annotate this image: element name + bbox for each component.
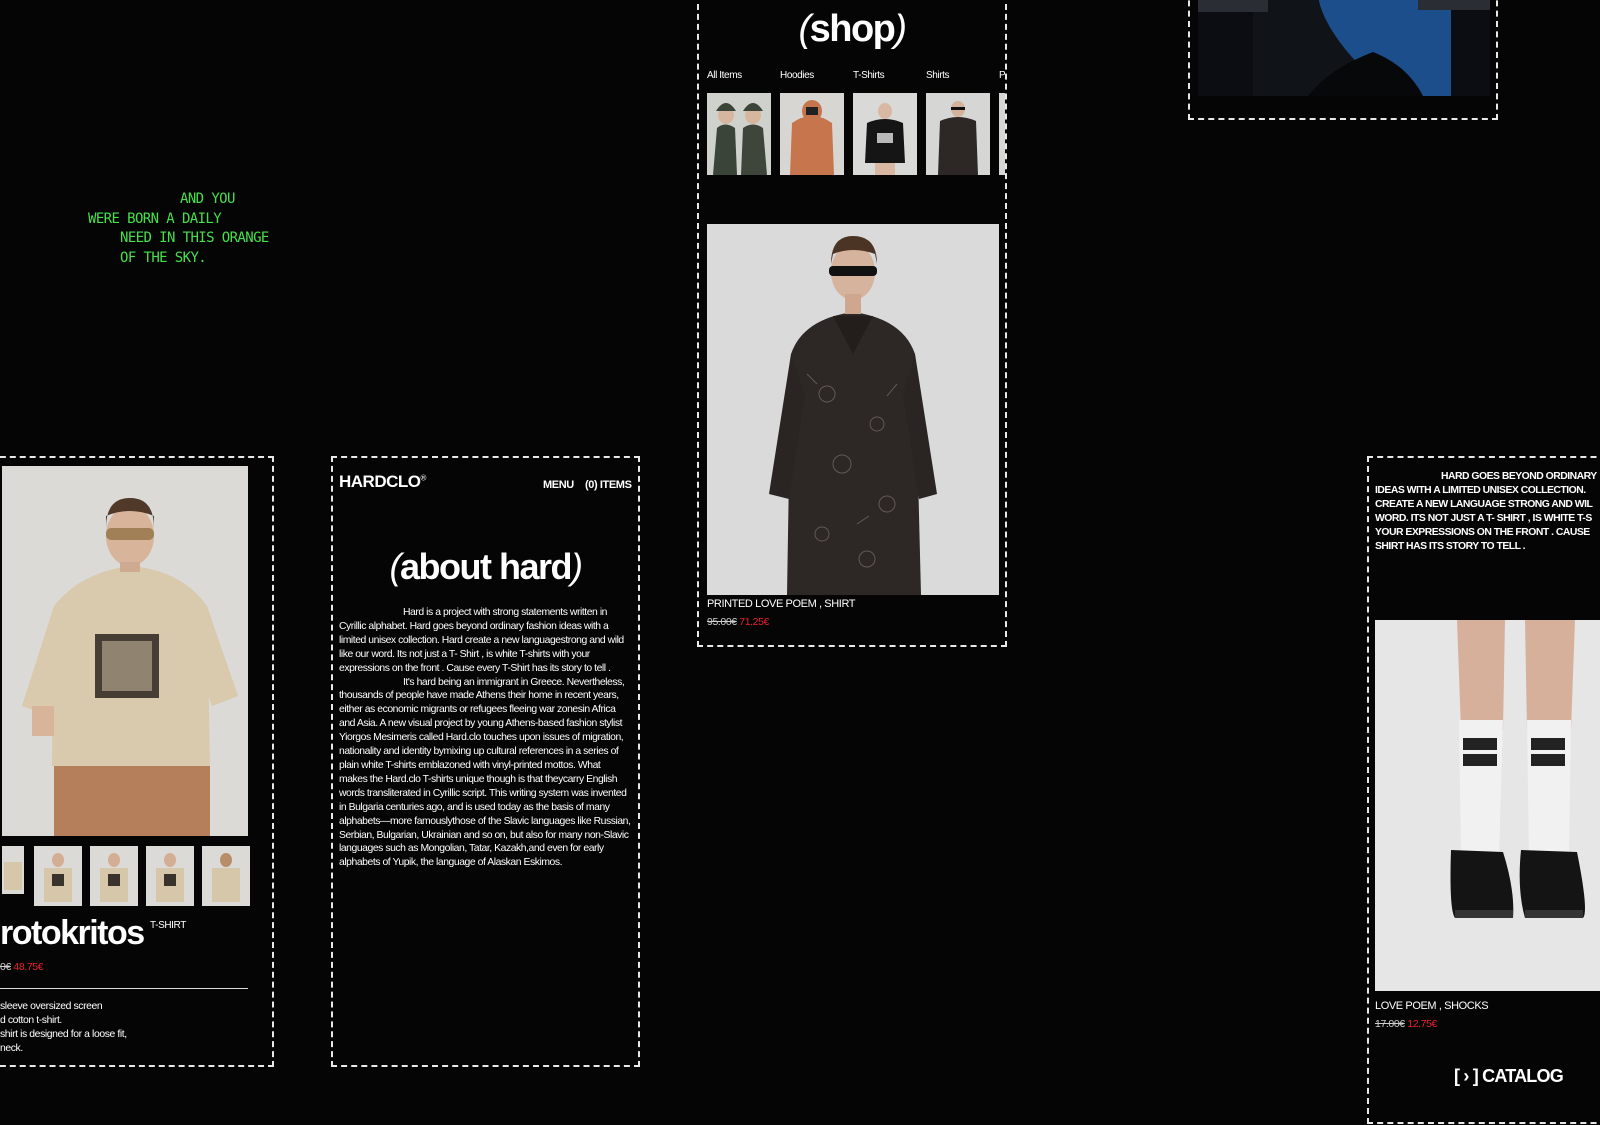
divider <box>0 988 248 989</box>
tab-t-shirts[interactable]: T-Shirts <box>853 70 885 81</box>
shop-card: (shop) All Items Hoodies T-Shirts Shirts… <box>697 0 1007 647</box>
product-name: rotokritos <box>0 914 145 952</box>
tab-all-items[interactable]: All Items <box>707 70 742 81</box>
old-price: 17.00€ <box>1375 1018 1405 1030</box>
socks-product-name[interactable]: LOVE POEM , SHOCKS <box>1375 1000 1489 1012</box>
top-product-card[interactable] <box>1188 0 1498 120</box>
statement-line: HARD GOES BEYOND ORDINARY <box>1441 471 1597 482</box>
product-thumb-4[interactable] <box>146 846 194 906</box>
category-thumb-more[interactable] <box>999 93 1005 175</box>
category-thumb-shirts[interactable] <box>926 93 990 175</box>
tab-more[interactable]: P <box>999 70 1005 81</box>
socks-product-price: 17.00€ 12.75€ <box>1375 1018 1437 1030</box>
product-description: sleeve oversized screen d cotton t-shirt… <box>0 1000 127 1056</box>
catalog-button[interactable]: [ › ] CATALOG <box>1454 1066 1564 1087</box>
description-line: sleeve oversized screen <box>0 1001 103 1012</box>
about-title-text: about hard <box>400 546 573 587</box>
about-paragraph: Hard is a project with strong statements… <box>339 607 624 674</box>
statement-line: CREATE A NEW LANGUAGE STRONG AND WIL <box>1375 499 1593 510</box>
tagline-line: WERE BORN A DAILY <box>88 210 222 227</box>
menu-button[interactable]: MENU <box>543 479 574 491</box>
statement-line: IDEAS WITH A LIMITED UNISEX COLLECTION. <box>1375 485 1586 496</box>
category-thumb-all-items[interactable] <box>707 93 771 175</box>
logo-text: HARDCLO <box>339 472 421 491</box>
product-main-image[interactable] <box>2 466 248 836</box>
category-thumb-hoodies[interactable] <box>780 93 844 175</box>
description-line: neck. <box>0 1043 23 1054</box>
featured-product-image[interactable] <box>707 224 999 595</box>
sale-price: 48.75€ <box>13 961 44 973</box>
description-line: shirt is designed for a loose fit, <box>0 1029 127 1040</box>
product-thumb-1[interactable] <box>2 846 24 894</box>
product-type: T-SHIRT <box>150 920 186 931</box>
right-product-card: HARD GOES BEYOND ORDINARY IDEAS WITH A L… <box>1367 456 1600 1124</box>
logo[interactable]: HARDCLO® <box>339 472 426 492</box>
about-paragraph: It's hard being an immigrant in Greece. … <box>339 676 631 869</box>
product-thumb-2[interactable] <box>34 846 82 906</box>
product-thumb-5[interactable] <box>202 846 250 906</box>
sale-price: 12.75€ <box>1407 1018 1437 1030</box>
cart-button[interactable]: (0) ITEMS <box>585 479 632 491</box>
about-title: (about hard) <box>389 546 583 587</box>
hoodie-photo[interactable] <box>1198 0 1490 96</box>
tagline-line: AND YOU <box>180 191 235 207</box>
about-body: Hard is a project with strong statements… <box>339 606 631 870</box>
socks-product-image[interactable] <box>1375 620 1600 991</box>
tab-shirts[interactable]: Shirts <box>926 70 950 81</box>
featured-product-price: 95.00€ 71.25€ <box>707 616 769 628</box>
category-thumb-t-shirts[interactable] <box>853 93 917 175</box>
statement-line: YOUR EXPRESSIONS ON THE FRONT . CAUSE <box>1375 527 1590 538</box>
featured-product-name[interactable]: PRINTED LOVE POEM , SHIRT <box>707 598 856 610</box>
statement-line: SHIRT HAS ITS STORY TO TELL . <box>1375 541 1526 552</box>
shop-title-text: shop <box>809 8 896 50</box>
product-price: 0€ 48.75€ <box>0 961 44 973</box>
tab-hoodies[interactable]: Hoodies <box>780 70 814 81</box>
old-price: 95.00€ <box>707 616 737 628</box>
about-card: HARDCLO® MENU (0) ITEMS (about hard) Har… <box>331 456 640 1067</box>
sale-price: 71.25€ <box>739 616 769 628</box>
tagline: AND YOU WERE BORN A DAILY NEED IN THIS O… <box>86 190 286 268</box>
tagline-line: NEED IN THIS ORANGE <box>120 230 269 246</box>
brand-statement: HARD GOES BEYOND ORDINARY IDEAS WITH A L… <box>1375 470 1597 554</box>
registered-mark: ® <box>420 473 427 483</box>
old-price: 0€ <box>0 961 11 973</box>
tagline-line: OF THE SKY. <box>120 249 207 266</box>
shop-title: (shop) <box>798 8 907 50</box>
description-line: d cotton t-shirt. <box>0 1015 62 1026</box>
product-detail-card: rotokritos T-SHIRT 0€ 48.75€ sleeve over… <box>0 456 274 1067</box>
product-thumb-3[interactable] <box>90 846 138 906</box>
statement-line: WORD. ITS NOT JUST A T- SHIRT , IS WHITE… <box>1375 513 1592 524</box>
